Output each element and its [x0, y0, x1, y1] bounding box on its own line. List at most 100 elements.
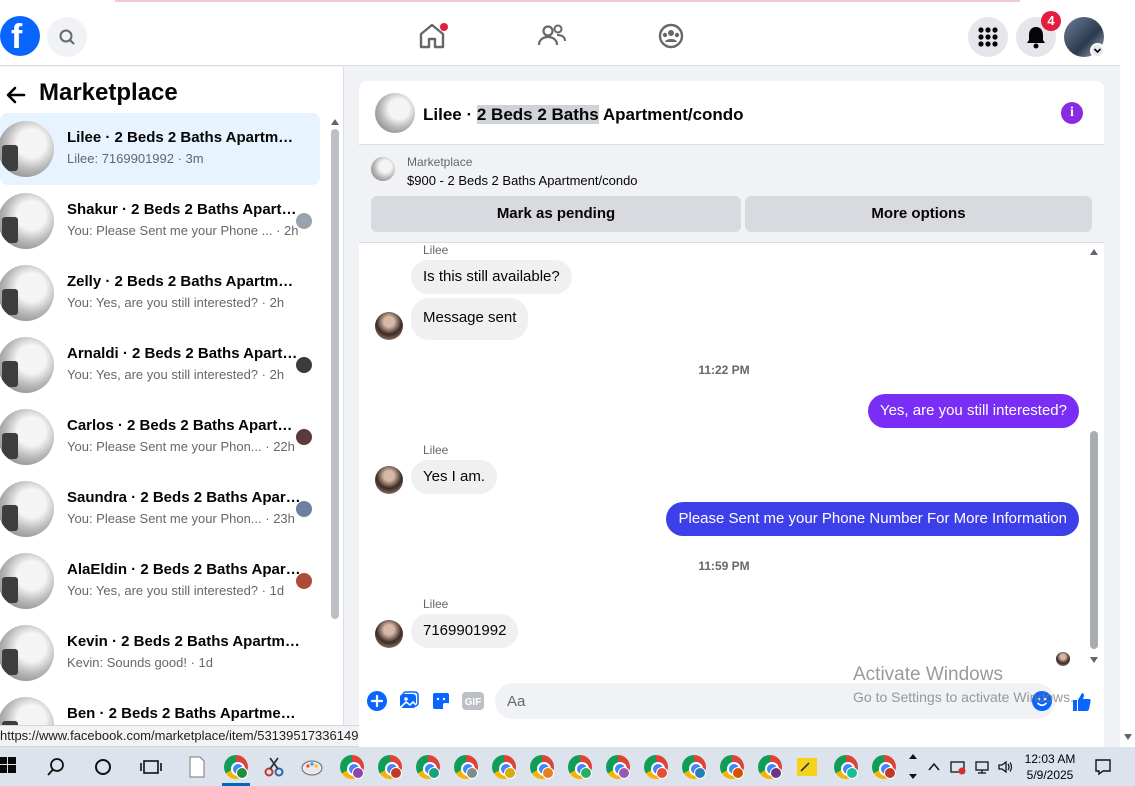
- chat-header: Lilee · 2 Beds 2 Baths Apartment/condo i: [359, 81, 1104, 145]
- security-alert-icon[interactable]: [950, 759, 966, 775]
- conversation-item[interactable]: Shakur · 2 Beds 2 Baths Apartment/condo Y…: [0, 185, 320, 257]
- chrome-icon[interactable]: [492, 755, 516, 779]
- message-input[interactable]: [495, 683, 1055, 719]
- plus-circle-icon[interactable]: [366, 690, 388, 712]
- home-notification-dot: [440, 23, 448, 31]
- file-icon[interactable]: [185, 755, 209, 779]
- status-bar-url: https://www.facebook.com/marketplace/ite…: [0, 725, 408, 747]
- more-options-button[interactable]: More options: [745, 196, 1092, 232]
- timestamp-separator: 11:59 PM: [698, 559, 750, 573]
- sender-avatar[interactable]: [375, 466, 403, 494]
- chrome-icon[interactable]: [872, 755, 896, 779]
- chrome-icon[interactable]: [758, 755, 782, 779]
- conversation-preview: You: Please Sent me your Phon... · 23h: [67, 511, 295, 526]
- info-icon[interactable]: i: [1061, 102, 1083, 124]
- task-view-icon[interactable]: [139, 755, 163, 779]
- back-arrow-icon[interactable]: [4, 83, 28, 107]
- chrome-icon[interactable]: [834, 755, 858, 779]
- conversation-name: AlaEldin · 2 Beds 2 Baths Apartment/cond…: [67, 561, 301, 578]
- read-receipt-avatar: [296, 213, 312, 229]
- read-receipt-avatar: [296, 429, 312, 445]
- conversation-list: Lilee · 2 Beds 2 Baths Apartment/condo Li…: [0, 113, 322, 747]
- chrome-icon[interactable]: [224, 755, 248, 779]
- chevron-up-icon[interactable]: [926, 759, 942, 775]
- sender-avatar[interactable]: [375, 312, 403, 340]
- listing-thumbnail: [0, 193, 54, 249]
- incoming-message[interactable]: Yes I am.: [411, 460, 497, 494]
- chrome-icon[interactable]: [568, 755, 592, 779]
- chrome-icon[interactable]: [416, 755, 440, 779]
- conversation-item[interactable]: AlaEldin · 2 Beds 2 Baths Apartment/cond…: [0, 545, 320, 617]
- account-menu-chevron[interactable]: [1090, 43, 1105, 58]
- sticker-icon[interactable]: [430, 690, 452, 712]
- message-thread: Lilee Is this still available? Message s…: [359, 243, 1104, 673]
- conversation-preview: You: Yes, are you still interested? · 2h: [67, 367, 285, 382]
- search-icon[interactable]: [44, 755, 68, 779]
- listing-thumbnail[interactable]: [371, 157, 395, 181]
- incoming-message[interactable]: Is this still available?: [411, 260, 572, 294]
- volume-icon[interactable]: [997, 759, 1013, 775]
- chrome-icon[interactable]: [340, 755, 364, 779]
- incoming-message[interactable]: Message sent: [411, 298, 529, 340]
- conversation-item[interactable]: Lilee · 2 Beds 2 Baths Apartment/condo Li…: [0, 113, 320, 185]
- listing-price-title[interactable]: $900 - 2 Beds 2 Baths Apartment/condo: [407, 173, 638, 188]
- page-scrollbar[interactable]: [1120, 6, 1135, 747]
- chrome-icon[interactable]: [530, 755, 554, 779]
- marketplace-inbox-sidebar: Marketplace Lilee · 2 Beds 2 Baths Apart…: [0, 67, 344, 747]
- mark-as-pending-button[interactable]: Mark as pending: [371, 196, 741, 232]
- sidebar-scrollbar[interactable]: [330, 117, 340, 747]
- snipping-tool-icon[interactable]: [262, 755, 286, 779]
- sticky-notes-icon[interactable]: [795, 755, 819, 779]
- conversation-preview: You: Yes, are you still interested? · 2h: [67, 295, 285, 310]
- listing-avatar[interactable]: [375, 93, 415, 133]
- selected-text: 2 Beds 2 Baths: [476, 105, 599, 124]
- taskbar-clock[interactable]: 12:03 AM 5/9/2025: [1018, 751, 1082, 783]
- conversation-item[interactable]: Arnaldi · 2 Beds 2 Baths Apartment/condo…: [0, 329, 320, 401]
- chrome-icon[interactable]: [606, 755, 630, 779]
- listing-thumbnail: [0, 265, 54, 321]
- emoji-icon[interactable]: [1031, 690, 1053, 712]
- outgoing-message[interactable]: Please Sent me your Phone Number For Mor…: [666, 502, 1079, 536]
- taskbar-overflow-scroll[interactable]: [905, 747, 921, 786]
- sender-avatar[interactable]: [375, 620, 403, 648]
- chat-scrollbar[interactable]: [1089, 247, 1099, 667]
- outgoing-message[interactable]: Yes, are you still interested?: [867, 394, 1079, 428]
- conversation-item[interactable]: Zelly · 2 Beds 2 Baths Apartment/condo Yo…: [0, 257, 320, 329]
- notification-center-icon[interactable]: [1094, 758, 1112, 776]
- photo-icon[interactable]: [398, 690, 420, 712]
- groups-icon[interactable]: [655, 20, 687, 52]
- conversation-item[interactable]: Saundra · 2 Beds 2 Baths Apartment/condo…: [0, 473, 320, 545]
- chrome-icon[interactable]: [454, 755, 478, 779]
- conversation-name: Carlos · 2 Beds 2 Baths Apartment/condo: [67, 417, 301, 434]
- incoming-message[interactable]: 7169901992: [411, 614, 519, 648]
- paint-icon[interactable]: [300, 755, 324, 779]
- like-thumbs-up-icon[interactable]: [1070, 690, 1094, 714]
- cortana-circle-icon[interactable]: [91, 755, 115, 779]
- facebook-header: f 4: [0, 6, 1120, 66]
- listing-thumbnail: [0, 625, 54, 681]
- chat-title[interactable]: Lilee · 2 Beds 2 Baths Apartment/condo: [423, 105, 744, 125]
- sender-name: Lilee: [423, 597, 449, 611]
- conversation-item[interactable]: Carlos · 2 Beds 2 Baths Apartment/condo Y…: [0, 401, 320, 473]
- seen-receipt-avatar: [1056, 652, 1070, 666]
- read-receipt-avatar: [296, 573, 312, 589]
- sender-name: Lilee: [423, 443, 449, 457]
- chrome-icon[interactable]: [720, 755, 744, 779]
- grid-menu-icon: [978, 27, 998, 47]
- facebook-logo[interactable]: f: [0, 16, 40, 56]
- menu-button[interactable]: [968, 17, 1008, 57]
- windows-start-icon[interactable]: [0, 757, 16, 773]
- conversation-name: Shakur · 2 Beds 2 Baths Apartment/condo: [67, 201, 301, 218]
- chrome-icon[interactable]: [644, 755, 668, 779]
- notification-count-badge: 4: [1041, 11, 1061, 31]
- gif-icon[interactable]: GIF: [462, 692, 484, 710]
- conversation-item[interactable]: Kevin · 2 Beds 2 Baths Apartment/condo Ke…: [0, 617, 320, 689]
- conversation-name: Lilee · 2 Beds 2 Baths Apartment/condo: [67, 129, 301, 146]
- network-icon[interactable]: [974, 759, 990, 775]
- listing-thumbnail: [0, 553, 54, 609]
- chrome-icon[interactable]: [378, 755, 402, 779]
- chrome-icon[interactable]: [682, 755, 706, 779]
- friends-icon[interactable]: [536, 20, 568, 52]
- timestamp-separator: 11:22 PM: [698, 363, 750, 377]
- search-button[interactable]: [47, 17, 87, 57]
